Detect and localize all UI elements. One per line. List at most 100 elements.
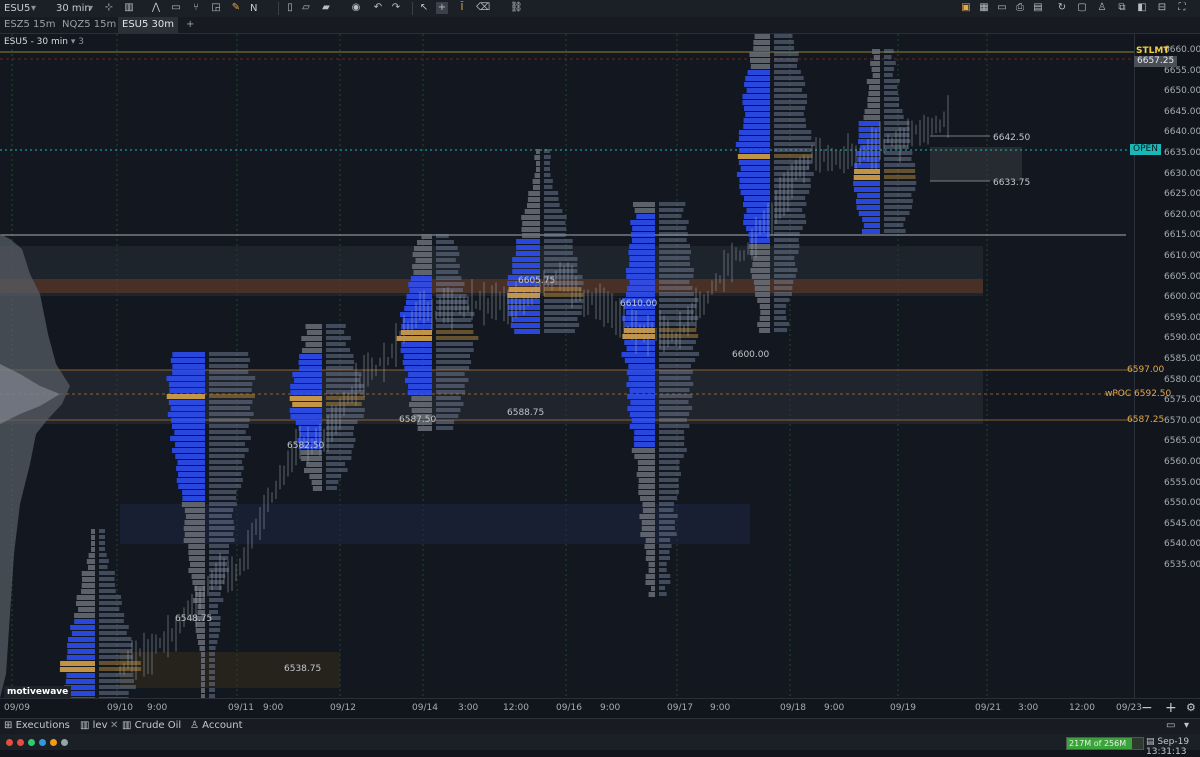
time-tick-label: 9:00: [710, 703, 731, 713]
status-bar: [0, 734, 1200, 750]
time-tick-label: 09/18: [780, 703, 806, 713]
price-tick-label: 6610.00: [1164, 251, 1200, 261]
executions-icon: ⊞: [4, 720, 13, 731]
lock-icon[interactable]: ⊟: [1156, 2, 1168, 14]
profile-high-label: 6642.50: [993, 133, 1030, 143]
tab-crude-oil[interactable]: ▥ Crude Oil: [122, 719, 181, 733]
chart-tab-bar: ESZ5 15m NQZ5 15m ESU5 30m +: [0, 17, 1200, 34]
popout-icon[interactable]: ⧉: [1116, 2, 1128, 14]
undo-icon[interactable]: ↶: [372, 2, 384, 14]
timeframe-selector[interactable]: 30 min: [56, 2, 91, 15]
redo-icon[interactable]: ↷: [390, 2, 402, 14]
tab-lev[interactable]: ▥ lev: [80, 719, 108, 733]
chevron-down-icon[interactable]: ▾: [31, 2, 36, 15]
symbol-selector[interactable]: ESU5: [4, 2, 30, 15]
price-tick-label: 6640.00: [1164, 127, 1200, 138]
rectangle-icon[interactable]: ▭: [170, 2, 182, 14]
vpoc-lower-tag: 6587.25: [1127, 415, 1165, 425]
connection-status-dot[interactable]: [28, 739, 35, 746]
fork-icon[interactable]: ⑂: [190, 2, 202, 14]
price-tick-label: 6625.00: [1164, 189, 1200, 200]
add-tab-button[interactable]: +: [182, 17, 198, 33]
level-annotation: 6538.75: [284, 664, 321, 674]
price-tick-label: 6615.00: [1164, 230, 1200, 241]
measure-icon[interactable]: Ī: [456, 2, 468, 14]
time-tick-label: 09/21: [975, 703, 1001, 713]
level-annotation: 6610.00: [620, 299, 657, 309]
crosshair-cursor-icon[interactable]: +: [436, 2, 448, 14]
price-tick-label: 6545.00: [1164, 518, 1200, 529]
pencil-icon[interactable]: ✎: [230, 2, 242, 14]
price-tick-label: 6655.00: [1164, 65, 1200, 76]
layout-icon[interactable]: ▤: [1032, 2, 1044, 14]
panel-icon[interactable]: ▢: [1076, 2, 1088, 14]
time-tick-label: 12:00: [503, 703, 529, 713]
price-tick-label: 6570.00: [1164, 415, 1200, 426]
tab-esu5[interactable]: ESU5 30m: [118, 17, 178, 33]
ruler-icon[interactable]: ◲: [210, 2, 222, 14]
dom-icon[interactable]: ▣: [960, 2, 972, 14]
price-tick-label: 6540.00: [1164, 539, 1200, 550]
time-tick-label: 3:00: [1018, 703, 1039, 713]
connection-status-dot[interactable]: [6, 739, 13, 746]
price-tick-label: 6600.00: [1164, 292, 1200, 303]
price-tick-label: 6590.00: [1164, 333, 1200, 344]
pointer-icon[interactable]: ↖: [418, 2, 430, 14]
collapse-icon[interactable]: ▾: [1184, 719, 1189, 733]
grid-icon[interactable]: ▦: [978, 2, 990, 14]
time-tick-label: 09/14: [412, 703, 438, 713]
price-tick-label: 6645.00: [1164, 106, 1200, 117]
zoom-out-icon[interactable]: −: [1141, 700, 1153, 716]
calendar-icon: ▤: [1146, 737, 1155, 747]
price-tick-label: 6595.00: [1164, 312, 1200, 323]
price-tick-label: 6630.00: [1164, 168, 1200, 179]
line-draw-icon[interactable]: ⋀: [150, 2, 162, 14]
chart-icon: ▥: [122, 720, 132, 731]
chart-area[interactable]: 6582.50 6548.75 6538.75 6610.00 6600.00 …: [0, 34, 1134, 698]
camera-icon[interactable]: ◉: [350, 2, 362, 14]
time-tick-label: 09/16: [556, 703, 582, 713]
chart-settings-icon[interactable]: ⚙: [1186, 701, 1196, 714]
connection-status-dot[interactable]: [17, 739, 24, 746]
tab-account[interactable]: ♙ Account: [190, 719, 243, 733]
memory-indicator[interactable]: 217M of 256M: [1066, 737, 1144, 750]
zoom-in-icon[interactable]: +: [1165, 700, 1177, 716]
time-tick-label: 09/11: [228, 703, 254, 713]
price-tick-label: 6550.00: [1164, 498, 1200, 509]
crosshair-icon[interactable]: ⊹: [103, 2, 115, 14]
tile-icon[interactable]: ◧: [1136, 2, 1148, 14]
market-profile-chart[interactable]: 6582.50 6548.75 6538.75 6610.00 6600.00 …: [0, 34, 1134, 698]
new-document-icon[interactable]: ▯: [284, 2, 296, 14]
connection-status-dot[interactable]: [39, 739, 46, 746]
time-tick-label: 09/09: [4, 703, 30, 713]
fullscreen-icon[interactable]: ⛶: [1176, 2, 1188, 14]
level-annotation: 6587.50: [399, 415, 436, 425]
tab-nqz5[interactable]: NQZ5 15m: [58, 17, 120, 33]
refresh-icon[interactable]: ↻: [1056, 2, 1068, 14]
level-annotation: 6600.00: [732, 350, 769, 360]
panel-layout-icon[interactable]: ▭: [1166, 719, 1175, 733]
bar-chart-icon[interactable]: ▥: [123, 2, 135, 14]
level-annotation: 6548.75: [175, 614, 212, 624]
price-tick-label: 6605.00: [1164, 271, 1200, 282]
text-tool-button[interactable]: N: [250, 2, 257, 15]
user-icon[interactable]: ♙: [1096, 2, 1108, 14]
account-icon: ♙: [190, 720, 199, 731]
connection-status-dot[interactable]: [61, 739, 68, 746]
close-tab-icon[interactable]: ✕: [110, 719, 118, 733]
price-tick-label: 6560.00: [1164, 457, 1200, 467]
print-icon[interactable]: ⎙: [1014, 2, 1026, 14]
connection-status-dot[interactable]: [50, 739, 57, 746]
level-annotation: 6588.75: [507, 408, 544, 418]
open-folder-icon[interactable]: ▱: [300, 2, 312, 14]
chart-icon: ▥: [80, 720, 90, 731]
chevron-down-icon[interactable]: ▾: [88, 2, 93, 15]
eraser-icon[interactable]: ⌫: [476, 2, 490, 14]
folder-icon[interactable]: ▰: [320, 2, 332, 14]
window-icon[interactable]: ▭: [996, 2, 1008, 14]
level-annotation: 6582.50: [287, 441, 324, 451]
tab-executions[interactable]: ⊞ Executions: [4, 719, 70, 733]
link-icon[interactable]: ⛓: [510, 2, 523, 14]
tab-esz5[interactable]: ESZ5 15m: [0, 17, 60, 33]
price-tick-label: 6535.00: [1164, 560, 1200, 570]
